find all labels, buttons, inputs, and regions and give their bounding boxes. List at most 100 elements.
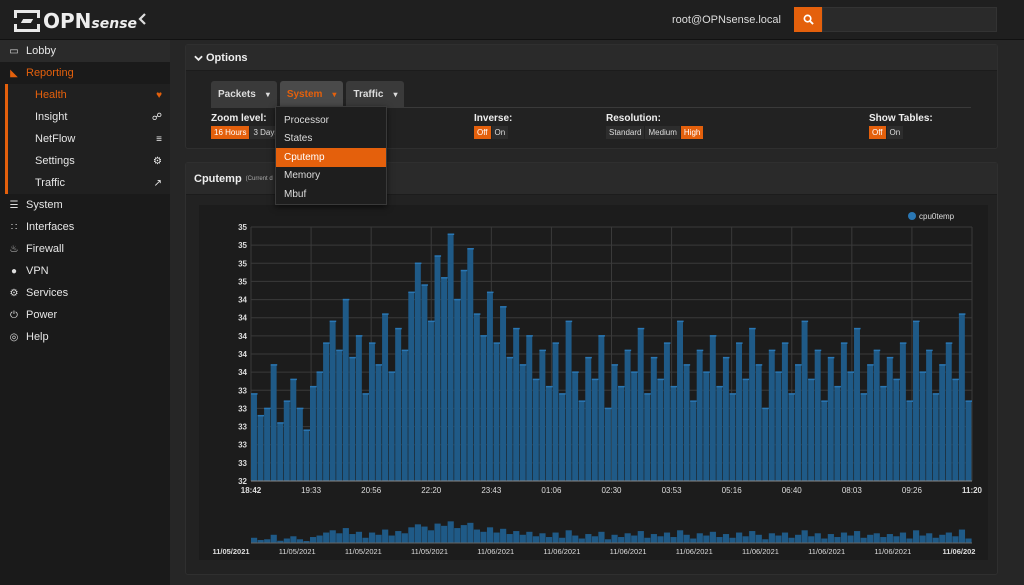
navigator-bar [316, 535, 323, 543]
sidebar-item-reporting[interactable]: ◣ Reporting [0, 62, 170, 84]
globe-icon: ● [10, 265, 18, 277]
x-tick-label: 06:40 [782, 486, 803, 495]
navigator-bar [945, 532, 952, 543]
navigator-bar [559, 537, 566, 543]
y-tick-label: 35 [238, 223, 247, 232]
sidebar-item-health[interactable]: Health ♥ [8, 84, 170, 106]
logo-main-text: OPN [43, 9, 92, 33]
show-tables-off-button[interactable]: Off [869, 126, 886, 139]
show-tables-label: Show Tables: [869, 113, 933, 124]
plug-icon: ⏻ [10, 309, 18, 321]
data-bar [775, 372, 782, 481]
menu-item-memory[interactable]: Memory [276, 167, 386, 186]
menu-item-cputemp[interactable]: Cputemp [276, 148, 386, 167]
options-title: Options [206, 51, 248, 64]
tab-packets[interactable]: Packets ▾ [211, 81, 277, 107]
navigator-bar [441, 525, 448, 543]
options-panel-header[interactable]: Options [186, 45, 997, 71]
data-bar [827, 357, 834, 481]
navigator-bar [342, 528, 349, 543]
navigator-tick-label: 11/06/2021 [543, 547, 580, 556]
top-navbar: OPNsense root@OPNsense.local [0, 0, 1024, 40]
tab-label: Traffic [353, 88, 384, 100]
line-chart-icon: ↗ [153, 177, 162, 189]
chart-subtitle: (Current d [245, 175, 273, 182]
navigator-bar [618, 537, 625, 543]
data-bar [447, 234, 454, 481]
data-bar [683, 364, 690, 481]
y-tick-label: 34 [238, 350, 247, 359]
sidebar-item-label: Help [26, 331, 49, 343]
sidebar-item-firewall[interactable]: ♨ Firewall [0, 238, 170, 260]
navigator-bar [768, 533, 775, 543]
search-input[interactable] [822, 7, 997, 32]
data-bar [716, 386, 723, 481]
sidebar-item-insight[interactable]: Insight ☍ [8, 106, 170, 128]
sidebar-item-help[interactable]: ◎ Help [0, 326, 170, 348]
sidebar-item-traffic[interactable]: Traffic ↗ [8, 172, 170, 194]
data-bar [906, 401, 913, 481]
sidebar-item-system[interactable]: ☰ System [0, 194, 170, 216]
sidebar-collapse-button[interactable] [138, 12, 148, 30]
navigator-bar [939, 534, 946, 543]
navigator-bar [657, 536, 664, 543]
sidebar-item-netflow[interactable]: NetFlow ≡ [8, 128, 170, 150]
resolution-standard-button[interactable]: Standard [606, 126, 645, 139]
navigator-bar [965, 538, 972, 543]
chart-container[interactable]: 35 35 35 35 34 34 34 34 34 33 33 33 33 33 32 18:42 19:33… [199, 205, 988, 560]
navigator-bar [408, 527, 415, 543]
data-bar [277, 422, 284, 481]
sidebar-item-label: VPN [26, 265, 49, 277]
show-tables-on-button[interactable]: On [886, 126, 904, 139]
data-bar [755, 364, 762, 481]
navigator-tick-label: 11/06/2021 [477, 547, 514, 556]
user-menu[interactable]: root@OPNsense.local [672, 14, 781, 26]
chart-title: Cputemp [194, 172, 242, 185]
navigator-bar [513, 531, 520, 543]
search-button[interactable] [794, 7, 822, 32]
data-bar [604, 408, 611, 481]
menu-item-processor[interactable]: Processor [276, 111, 386, 130]
tab-system[interactable]: System ▾ [279, 81, 344, 107]
data-bar [270, 364, 277, 481]
resolution-high-button[interactable]: High [680, 126, 704, 139]
x-tick-label: 02:30 [601, 486, 622, 495]
data-bar [473, 314, 480, 481]
lifebuoy-icon: ◎ [9, 331, 19, 343]
sidebar-item-power[interactable]: ⏻ Power [0, 304, 170, 326]
navigator-bar [788, 537, 795, 543]
opnsense-logo[interactable]: OPNsense [14, 9, 137, 33]
zoom-16-hours-button[interactable]: 16 Hours [211, 126, 250, 139]
data-bar [323, 343, 330, 481]
navigator-bar [958, 529, 966, 543]
inverse-off-button[interactable]: Off [474, 126, 491, 139]
navigator-bar [808, 536, 815, 543]
sidebar-item-interfaces[interactable]: ∷ Interfaces [0, 216, 170, 238]
navigator-bar [375, 534, 382, 543]
navigator-bar [460, 525, 467, 543]
data-bar [690, 401, 697, 481]
tab-traffic[interactable]: Traffic ▾ [346, 81, 405, 107]
navigator-bar [873, 533, 880, 543]
inverse-on-button[interactable]: On [491, 126, 509, 139]
cputemp-chart[interactable]: 35 35 35 35 34 34 34 34 34 33 33 33 33 33 3218:42 19:33… [199, 205, 988, 560]
data-bar [382, 314, 389, 481]
sidebar-item-vpn[interactable]: ● VPN [0, 260, 170, 282]
sidebar-item-settings[interactable]: Settings ⚙ [8, 150, 170, 172]
navigator-bar [919, 535, 926, 543]
menu-item-states[interactable]: States [276, 130, 386, 149]
navigator-bar [703, 535, 710, 543]
resolution-medium-button[interactable]: Medium [645, 126, 680, 139]
data-bar [670, 386, 677, 481]
navigator-bar [736, 532, 743, 543]
sidebar-item-label: Interfaces [26, 221, 75, 233]
data-bar [926, 350, 933, 481]
menu-item-mbuf[interactable]: Mbuf [276, 185, 386, 204]
sidebar-item-lobby[interactable]: ▭ Lobby [0, 40, 170, 62]
y-tick-label: 34 [238, 314, 247, 323]
data-bar [480, 335, 487, 481]
sidebar-item-services[interactable]: ⚙ Services [0, 282, 170, 304]
navigator-tick-label: 11/05/2021 [411, 547, 448, 556]
area-chart-icon: ◣ [10, 67, 18, 79]
data-bar [808, 379, 815, 481]
